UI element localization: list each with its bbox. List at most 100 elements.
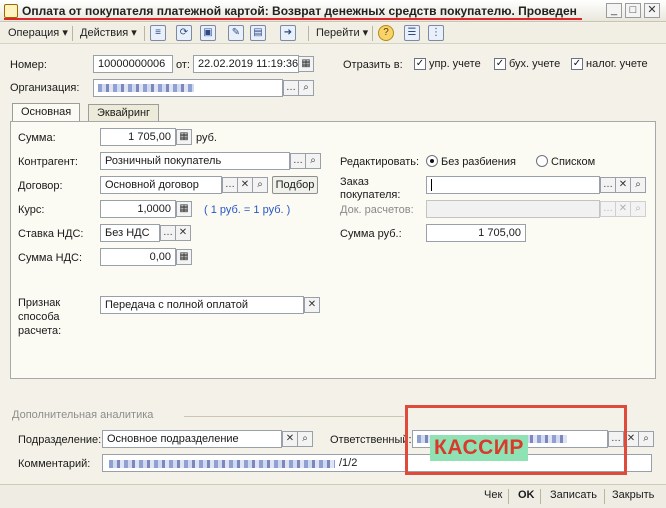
copy-icon[interactable]: ▣ [200, 25, 216, 41]
buh-label: бух. учете [509, 58, 561, 70]
document-icon [4, 4, 18, 18]
close-icon[interactable]: ✕ [644, 3, 660, 18]
clear-icon[interactable]: ✕ [304, 297, 320, 313]
select-button[interactable]: … [160, 225, 176, 241]
vat-sum-label: Сумма НДС: [18, 252, 83, 264]
order-label: Заказ покупателя: [340, 176, 401, 201]
cashier-annotation: КАССИР [430, 435, 528, 461]
buh-checkbox[interactable]: ✓ [494, 58, 506, 70]
maximize-icon[interactable]: □ [625, 3, 641, 18]
vat-sum-field[interactable]: 0,00 [100, 248, 176, 266]
list-label: Списком [551, 156, 596, 168]
comment-label: Комментарий: [18, 458, 91, 470]
nalog-label: налог. учете [586, 58, 648, 70]
nalog-checkbox[interactable]: ✓ [571, 58, 583, 70]
toolbar-separator [144, 26, 145, 41]
organization-label: Организация: [10, 82, 80, 94]
calculator-icon[interactable]: ▦ [176, 201, 192, 217]
rate-field[interactable]: 1,0000 [100, 200, 176, 218]
division-label: Подразделение: [18, 434, 102, 446]
structure-icon[interactable]: ➜ [280, 25, 296, 41]
settle-doc-field [426, 200, 600, 218]
responsible-label: Ответственный: [330, 434, 412, 446]
list-settings-icon[interactable]: ⋮ [428, 25, 444, 41]
contractor-field[interactable]: Розничный покупатель [100, 152, 290, 170]
calculator-icon[interactable]: ▦ [176, 129, 192, 145]
list-radio[interactable] [536, 155, 548, 167]
tab-main[interactable]: Основная [12, 103, 81, 122]
search-icon[interactable]: ⌕ [305, 153, 321, 169]
section-divider [184, 416, 404, 417]
payment-method-field[interactable]: Передача с полной оплатой [100, 296, 304, 314]
window-title: Оплата от покупателя платежной картой: В… [22, 4, 577, 18]
sum-label: Сумма: [18, 132, 56, 144]
vat-rate-label: Ставка НДС: [18, 228, 84, 240]
clear-icon[interactable]: ✕ [237, 177, 253, 193]
select-button[interactable]: … [600, 177, 616, 193]
select-button[interactable]: … [222, 177, 238, 193]
number-field[interactable]: 10000000006 [93, 55, 173, 73]
refresh-icon[interactable]: ⟳ [176, 25, 192, 41]
sum-rub-label: Сумма руб.: [340, 228, 402, 240]
save-button[interactable]: Записать [548, 487, 599, 504]
sum-rub-field: 1 705,00 [426, 224, 526, 242]
sum-unit: руб. [196, 132, 217, 144]
settle-doc-label: Док. расчетов: [340, 204, 414, 216]
clear-icon: ✕ [615, 201, 631, 217]
pick-button[interactable]: Подбор [272, 176, 318, 194]
rate-note: ( 1 руб. = 1 руб. ) [204, 204, 291, 216]
payment-method-label: Признак способа расчета: [18, 297, 62, 337]
clear-icon[interactable]: ✕ [282, 431, 298, 447]
select-button: … [600, 201, 616, 217]
no-split-label: Без разбиения [441, 156, 516, 168]
contract-label: Договор: [18, 180, 63, 192]
upr-label: упр. учете [429, 58, 481, 70]
clear-icon[interactable]: ✕ [175, 225, 191, 241]
search-icon[interactable]: ⌕ [638, 431, 654, 447]
edit-label: Редактировать: [340, 156, 420, 168]
date-label: от: [176, 59, 190, 71]
select-button[interactable]: … [290, 153, 306, 169]
search-icon[interactable]: ⌕ [298, 80, 314, 96]
division-field[interactable]: Основное подразделение [102, 430, 282, 448]
search-icon[interactable]: ⌕ [630, 177, 646, 193]
document-edit-icon[interactable]: ✎ [228, 25, 244, 41]
search-icon: ⌕ [630, 201, 646, 217]
reflect-label: Отразить в: [343, 59, 403, 71]
upr-checkbox[interactable]: ✓ [414, 58, 426, 70]
rate-label: Курс: [18, 204, 45, 216]
calendar-icon[interactable]: ▦ [298, 56, 314, 72]
toolbar-separator [72, 26, 73, 41]
bottom-separator [508, 489, 509, 504]
select-button[interactable]: … [283, 80, 299, 96]
contractor-label: Контрагент: [18, 156, 78, 168]
print-icon[interactable]: ▤ [250, 25, 266, 41]
vat-rate-field[interactable]: Без НДС [100, 224, 160, 242]
date-field[interactable]: 22.02.2019 11:19:36 [193, 55, 299, 73]
contract-field[interactable]: Основной договор [100, 176, 222, 194]
ok-button[interactable]: OK [516, 487, 537, 504]
order-field[interactable] [426, 176, 600, 194]
post-icon[interactable]: ≡ [150, 25, 166, 41]
bottom-separator [540, 489, 541, 504]
actions-menu[interactable]: Действия ▾ [76, 25, 141, 42]
table-icon[interactable]: ☰ [404, 25, 420, 41]
check-button[interactable]: Чек [482, 487, 504, 504]
no-split-radio[interactable] [426, 155, 438, 167]
clear-icon[interactable]: ✕ [615, 177, 631, 193]
goto-menu[interactable]: Перейти ▾ [312, 25, 372, 42]
calculator-icon[interactable]: ▦ [176, 249, 192, 265]
help-icon[interactable]: ? [378, 25, 394, 41]
operation-menu[interactable]: Операция ▾ [4, 25, 72, 42]
sum-field[interactable]: 1 705,00 [100, 128, 176, 146]
title-highlight [4, 18, 582, 20]
search-icon[interactable]: ⌕ [252, 177, 268, 193]
toolbar-separator [372, 26, 373, 41]
organization-field[interactable] [93, 79, 283, 97]
bottom-separator [604, 489, 605, 504]
tab-acquiring[interactable]: Эквайринг [88, 104, 160, 122]
search-icon[interactable]: ⌕ [297, 431, 313, 447]
minimize-icon[interactable]: _ [606, 3, 622, 18]
section-title: Дополнительная аналитика [12, 409, 154, 421]
close-button[interactable]: Закрыть [610, 487, 656, 504]
